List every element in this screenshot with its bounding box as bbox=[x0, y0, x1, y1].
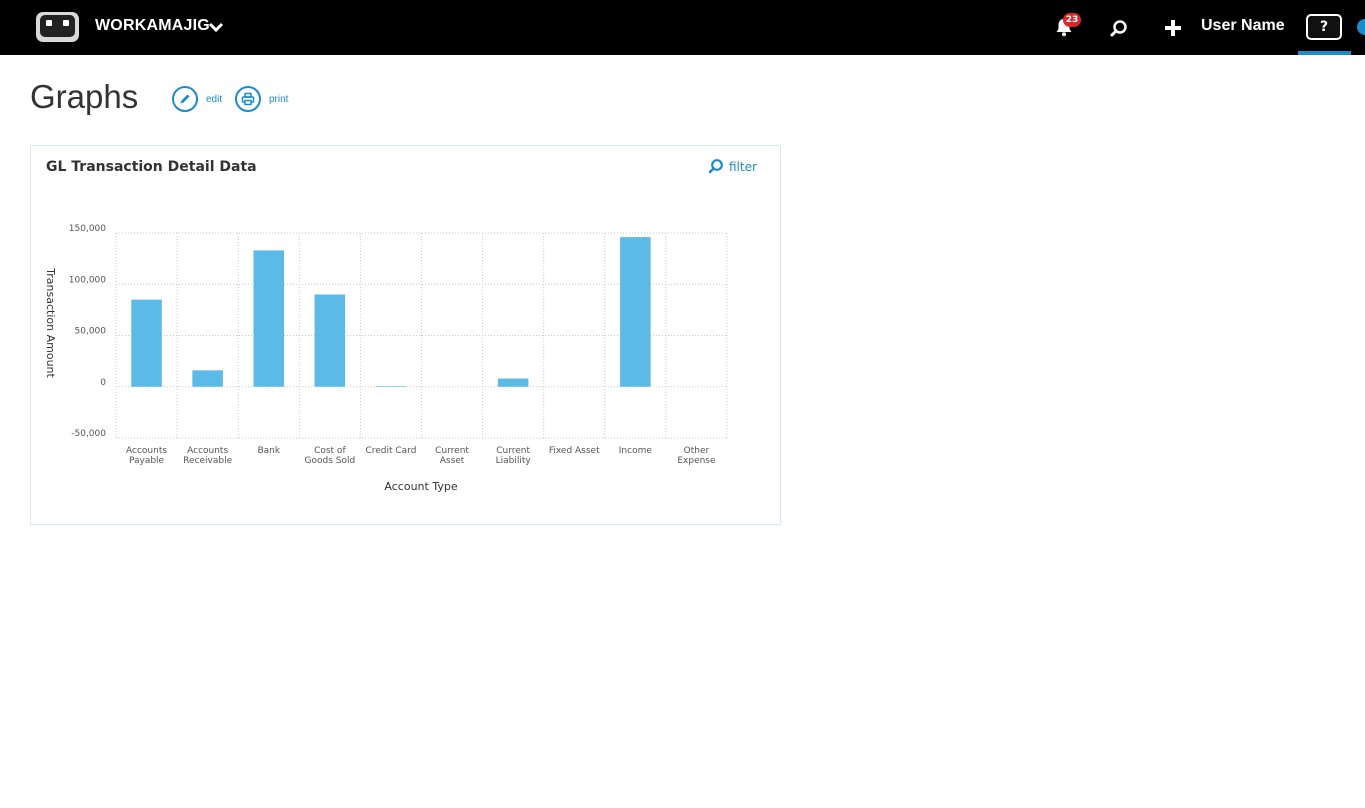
active-indicator bbox=[1298, 51, 1351, 55]
edit-button[interactable] bbox=[172, 86, 198, 112]
x-tick-label: Bank bbox=[257, 446, 280, 456]
print-button[interactable] bbox=[235, 86, 261, 112]
search-icon[interactable] bbox=[1109, 18, 1129, 38]
bar[interactable] bbox=[497, 378, 529, 387]
y-tick-label: 50,000 bbox=[75, 327, 107, 337]
x-tick-label: Cost of Goods Sold bbox=[305, 446, 356, 466]
edit-link[interactable]: edit bbox=[206, 94, 222, 105]
help-icon: ? bbox=[1319, 19, 1329, 35]
chevron-down-icon[interactable] bbox=[208, 21, 224, 33]
pencil-icon bbox=[180, 94, 190, 104]
bar[interactable] bbox=[375, 386, 407, 387]
user-menu[interactable]: User Name bbox=[1201, 17, 1285, 35]
x-axis-title: Account Type bbox=[384, 480, 457, 493]
avatar[interactable] bbox=[1357, 19, 1365, 35]
notification-badge: 23 bbox=[1063, 13, 1081, 27]
x-tick-label: Income bbox=[619, 446, 653, 456]
bar[interactable] bbox=[192, 370, 223, 387]
graph-widget: GL Transaction Detail Data filter 150,00… bbox=[30, 145, 781, 525]
x-tick-label: Other Expense bbox=[677, 446, 716, 466]
help-button[interactable]: ? bbox=[1306, 14, 1342, 40]
print-link[interactable]: print bbox=[269, 94, 288, 105]
printer-icon bbox=[241, 92, 255, 106]
bar[interactable] bbox=[314, 294, 346, 387]
bar-chart: 150,000 100,000 50,000 0 -50,000 Accounts Pay… bbox=[44, 224, 728, 493]
y-tick-label: 150,000 bbox=[69, 224, 106, 234]
bar[interactable] bbox=[620, 237, 651, 387]
top-navigation-bar: WORKAMAJIG 23 User Name ? bbox=[0, 0, 1365, 55]
y-axis-title: Transaction Amount bbox=[44, 267, 57, 378]
app-name[interactable]: WORKAMAJIG bbox=[95, 17, 210, 35]
plus-icon[interactable] bbox=[1163, 18, 1183, 38]
robot-logo-icon[interactable] bbox=[35, 11, 80, 43]
x-tick-label: Fixed Asset bbox=[549, 446, 600, 456]
x-tick-label: Current Liability bbox=[496, 446, 532, 466]
x-tick-label: Current Asset bbox=[435, 446, 469, 466]
x-tick-label: Credit Card bbox=[365, 446, 416, 456]
x-tick-label: Accounts Receivable bbox=[183, 446, 232, 466]
y-tick-label: 0 bbox=[100, 378, 106, 388]
bar[interactable] bbox=[253, 250, 285, 387]
x-tick-label: Accounts Payable bbox=[126, 446, 167, 466]
y-tick-label: 100,000 bbox=[69, 275, 106, 285]
bar[interactable] bbox=[131, 299, 162, 387]
page-title: Graphs bbox=[30, 78, 139, 115]
y-tick-label: -50,000 bbox=[71, 429, 106, 439]
